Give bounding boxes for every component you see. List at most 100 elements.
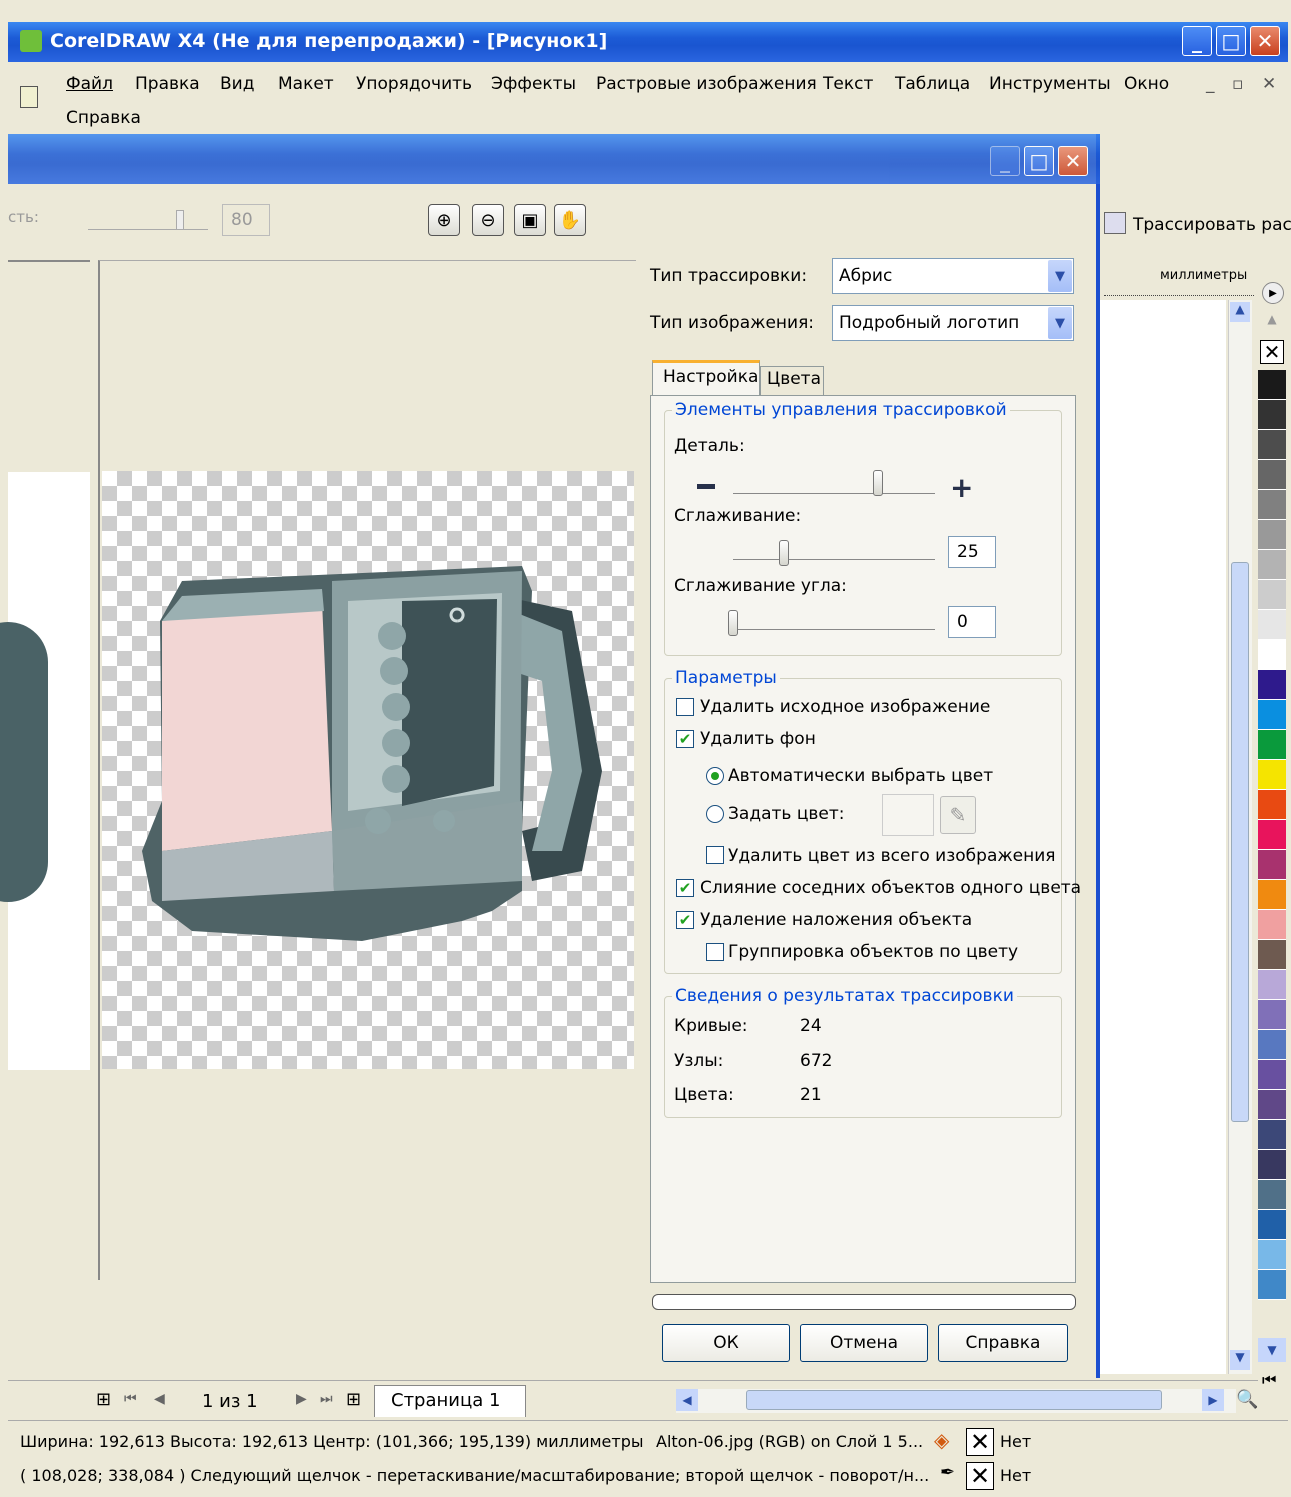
trace-bitmap-button[interactable]: Трассировать раст — [1133, 215, 1291, 235]
set-color-radio[interactable] — [706, 805, 724, 823]
group-by-color-checkbox[interactable] — [706, 943, 724, 961]
doc-close-button[interactable]: ✕ — [1262, 74, 1276, 94]
chevron-down-icon[interactable]: ▼ — [1048, 307, 1072, 339]
palette-swatch[interactable] — [1258, 910, 1286, 940]
corner-smoothing-slider-thumb[interactable] — [728, 610, 738, 636]
palette-swatch[interactable] — [1258, 670, 1286, 700]
palette-swatch[interactable] — [1258, 790, 1286, 820]
palette-swatch[interactable] — [1258, 1270, 1286, 1300]
auto-color-radio[interactable] — [706, 767, 724, 785]
palette-swatch[interactable] — [1258, 640, 1286, 670]
menu-file[interactable]: Файл — [66, 74, 113, 94]
horizontal-scrollbar[interactable]: ◀ ▶ — [676, 1389, 1236, 1413]
palette-swatch[interactable] — [1258, 550, 1286, 580]
zoom-out-icon[interactable]: ⊖ — [472, 204, 504, 236]
palette-swatch[interactable] — [1258, 1180, 1286, 1210]
color-swatch-button[interactable] — [882, 794, 934, 836]
scroll-thumb[interactable] — [1231, 562, 1249, 1122]
last-page-icon[interactable]: ⏭ — [320, 1391, 333, 1407]
outline-none-icon[interactable]: ✕ — [966, 1462, 994, 1490]
prev-page-icon[interactable]: ◀ — [154, 1391, 165, 1407]
doc-minimize-button[interactable]: _ — [1206, 74, 1215, 94]
palette-swatch[interactable] — [1258, 490, 1286, 520]
tab-colors[interactable]: Цвета — [760, 366, 824, 396]
menu-effects[interactable]: Эффекты — [491, 74, 576, 94]
chevron-down-icon[interactable]: ▼ — [1048, 260, 1072, 292]
remove-background-checkbox[interactable]: ✔ — [676, 730, 694, 748]
h-scroll-thumb[interactable] — [746, 1390, 1162, 1410]
menu-bitmaps[interactable]: Растровые изображения — [596, 74, 817, 94]
drawing-canvas[interactable] — [1100, 300, 1226, 1374]
remove-color-all-checkbox[interactable] — [706, 846, 724, 864]
tab-settings[interactable]: Настройка — [652, 360, 760, 396]
remove-overlap-checkbox[interactable]: ✔ — [676, 911, 694, 929]
no-color-swatch[interactable]: ✕ — [1260, 340, 1284, 364]
add-page-before-icon[interactable]: ⊞ — [96, 1389, 111, 1410]
palette-swatch[interactable] — [1258, 940, 1286, 970]
menu-table[interactable]: Таблица — [895, 74, 970, 94]
opacity-input[interactable]: 80 — [222, 204, 270, 236]
page-tab[interactable]: Страница 1 — [374, 1385, 526, 1417]
zoom-navigator-icon[interactable]: 🔍 — [1236, 1389, 1258, 1410]
minimize-button[interactable]: _ — [1182, 26, 1212, 56]
menu-help[interactable]: Справка — [66, 108, 141, 128]
smoothing-slider[interactable] — [733, 546, 935, 560]
palette-swatch[interactable] — [1258, 370, 1286, 400]
help-button[interactable]: Справка — [938, 1324, 1068, 1362]
palette-swatch[interactable] — [1258, 430, 1286, 460]
scroll-right-icon[interactable]: ▶ — [1202, 1389, 1224, 1411]
palette-swatch[interactable] — [1258, 970, 1286, 1000]
opacity-slider[interactable] — [88, 210, 208, 230]
dialog-minimize-button[interactable]: _ — [990, 146, 1020, 176]
detail-slider-thumb[interactable] — [873, 470, 884, 496]
palette-swatch[interactable] — [1258, 1240, 1286, 1270]
first-page-icon[interactable]: ⏮ — [124, 1391, 137, 1407]
palette-swatch[interactable] — [1258, 460, 1286, 490]
menu-layout[interactable]: Макет — [278, 74, 334, 94]
maximize-button[interactable]: □ — [1216, 26, 1246, 56]
palette-swatch[interactable] — [1258, 610, 1286, 640]
doc-restore-button[interactable]: ▫ — [1232, 74, 1244, 94]
vertical-scrollbar[interactable]: ▲ ▼ — [1228, 300, 1252, 1374]
palette-swatch[interactable] — [1258, 1030, 1286, 1060]
palette-swatch[interactable] — [1258, 880, 1286, 910]
palette-swatch[interactable] — [1258, 1210, 1286, 1240]
menu-edit[interactable]: Правка — [135, 74, 200, 94]
palette-swatch[interactable] — [1258, 1000, 1286, 1030]
cancel-button[interactable]: Отмена — [800, 1324, 928, 1362]
menu-view[interactable]: Вид — [220, 74, 254, 94]
palette-swatch[interactable] — [1258, 1150, 1286, 1180]
palette-swatch[interactable] — [1258, 1120, 1286, 1150]
palette-swatch[interactable] — [1258, 400, 1286, 430]
scroll-left-icon[interactable]: ◀ — [676, 1389, 698, 1411]
menu-tools[interactable]: Инструменты — [989, 74, 1111, 94]
palette-swatch[interactable] — [1258, 580, 1286, 610]
add-page-after-icon[interactable]: ⊞ — [346, 1389, 361, 1410]
detail-slider[interactable] — [733, 480, 935, 494]
merge-adjacent-checkbox[interactable]: ✔ — [676, 879, 694, 897]
corner-smoothing-slider[interactable] — [733, 616, 935, 630]
palette-swatch[interactable] — [1258, 850, 1286, 880]
menu-window[interactable]: Окно — [1124, 74, 1169, 94]
scroll-down-icon[interactable]: ▼ — [1230, 1350, 1250, 1370]
palette-swatch[interactable] — [1258, 820, 1286, 850]
image-type-select[interactable]: Подробный логотип ▼ — [832, 305, 1074, 341]
trace-bitmap-icon[interactable] — [1104, 212, 1126, 234]
palette-up-icon[interactable]: ▲ — [1260, 312, 1284, 334]
ok-button[interactable]: ОК — [662, 1324, 790, 1362]
pan-hand-icon[interactable]: ✋ — [554, 204, 586, 236]
palette-swatch[interactable] — [1258, 730, 1286, 760]
close-button[interactable]: ✕ — [1250, 26, 1280, 56]
palette-down-icon[interactable]: ▼ — [1258, 1338, 1286, 1362]
delete-original-checkbox[interactable] — [676, 698, 694, 716]
fill-none-icon[interactable]: ✕ — [966, 1428, 994, 1456]
dialog-close-button[interactable]: ✕ — [1058, 146, 1088, 176]
opacity-slider-thumb[interactable] — [176, 210, 184, 230]
corner-smoothing-input[interactable]: 0 — [948, 606, 996, 638]
zoom-fit-icon[interactable]: ▣ — [514, 204, 546, 236]
scroll-up-icon[interactable]: ▲ — [1230, 302, 1250, 322]
palette-swatch[interactable] — [1258, 760, 1286, 790]
smoothing-input[interactable]: 25 — [948, 536, 996, 568]
palette-swatch[interactable] — [1258, 700, 1286, 730]
menu-arrange[interactable]: Упорядочить — [356, 74, 472, 94]
